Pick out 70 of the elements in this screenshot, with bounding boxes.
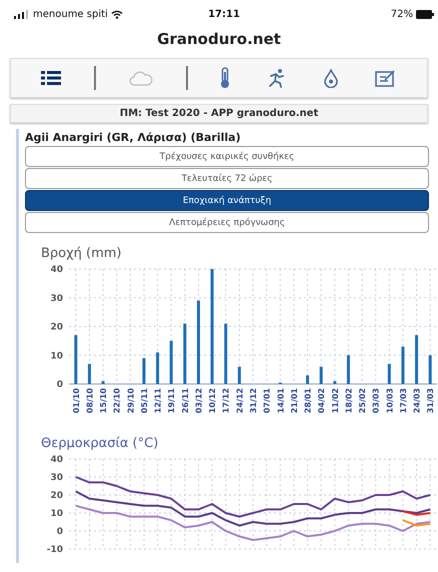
axis-date-label: 10/12	[208, 388, 218, 414]
axis-date-label: 29/10	[126, 388, 136, 414]
rain-bar	[428, 355, 432, 384]
axis-date-label: 01/10	[72, 388, 81, 414]
battery-icon	[416, 10, 434, 18]
axis-date-label: 18/02	[344, 388, 354, 414]
axis-date-label: 28/01	[304, 388, 313, 414]
axis-tick-label: 40	[50, 455, 63, 465]
rain-bar	[183, 324, 186, 384]
rain-bar	[102, 381, 105, 384]
axis-tick-label: 40	[50, 265, 63, 275]
rain-bar	[415, 335, 418, 384]
rain-bar	[333, 381, 336, 384]
wifi-icon	[110, 10, 123, 18]
axis-date-label: 31/12	[249, 388, 258, 414]
axis-date-label: 12/11	[154, 388, 163, 414]
axis-tick-label: 10	[50, 509, 63, 519]
axis-date-label: 24/03	[412, 388, 422, 414]
axis-tick-label: 30	[50, 294, 63, 304]
app-title: Granoduro.net	[156, 29, 282, 50]
rain-bar	[320, 366, 323, 384]
axis-date-label: 25/02	[358, 388, 368, 414]
rain-bar	[224, 324, 228, 384]
chart-title: Θερμοκρασία (°C)	[41, 436, 158, 451]
project-banner: ΠΜ: Test 2020 - APP granoduro.net	[10, 104, 428, 123]
axis-date-label: 17/12	[222, 388, 231, 414]
axis-tick-label: 10	[50, 351, 63, 362]
axis-tick-label: 0	[56, 527, 63, 537]
battery-percent: 72%	[390, 8, 413, 20]
axis-tick-label: 20	[50, 322, 63, 332]
axis-date-label: 07/01	[262, 388, 272, 414]
axis-date-label: 21/01	[290, 388, 299, 414]
rain-bar	[401, 346, 404, 384]
axis-date-label: 10/03	[385, 388, 394, 414]
menu-option[interactable]: Λεπτομέρειες πρόγνωσης	[25, 212, 429, 233]
rain-bar	[346, 355, 350, 384]
axis-date-label: 05/11	[140, 388, 149, 414]
axis-tick-label: -10	[46, 545, 63, 555]
axis-tick-label: 30	[50, 473, 63, 483]
signal-icon	[14, 10, 30, 18]
clock-time: 17:11	[208, 8, 240, 20]
axis-tick-label: 20	[50, 491, 63, 501]
carrier-name: menoume spiti	[33, 8, 108, 20]
rain-bar	[238, 366, 241, 384]
axis-date-label: 03/12	[194, 388, 204, 414]
rain-bar	[88, 364, 91, 384]
axis-date-label: 15/10	[99, 388, 108, 414]
rain-bar	[170, 340, 173, 384]
axis-date-label: 03/03	[372, 388, 381, 414]
location-name: Agii Anargiri (GR, Λάρισα) (Barilla)	[24, 130, 242, 145]
chart-title: Βροχή (mm)	[41, 246, 122, 261]
axis-date-label: 11/02	[330, 388, 340, 414]
menu-option[interactable]: Τρέχουσες καιρικές συνθήκες	[25, 146, 429, 167]
axis-date-label: 31/03	[426, 388, 436, 414]
axis-date-label: 14/01	[276, 388, 286, 414]
rain-bar	[156, 352, 160, 384]
axis-date-label: 22/10	[112, 388, 122, 414]
rain-bar	[388, 364, 391, 384]
rain-bar	[306, 375, 310, 384]
rain-bar	[142, 358, 146, 384]
axis-date-label: 04/02	[317, 388, 326, 414]
axis-date-label: 26/11	[180, 388, 190, 414]
menu-option[interactable]: Τελευταίες 72 ώρες	[25, 168, 429, 189]
rain-bar	[74, 335, 78, 384]
axis-tick-label: 0	[56, 380, 63, 390]
axis-date-label: 17/03	[398, 388, 408, 414]
axis-date-label: 24/12	[235, 388, 244, 414]
axis-date-label: 08/10	[85, 388, 94, 414]
axis-date-label: 19/11	[167, 388, 176, 414]
menu-option[interactable]: Εποχιακή ανάπτυξη	[25, 190, 429, 211]
